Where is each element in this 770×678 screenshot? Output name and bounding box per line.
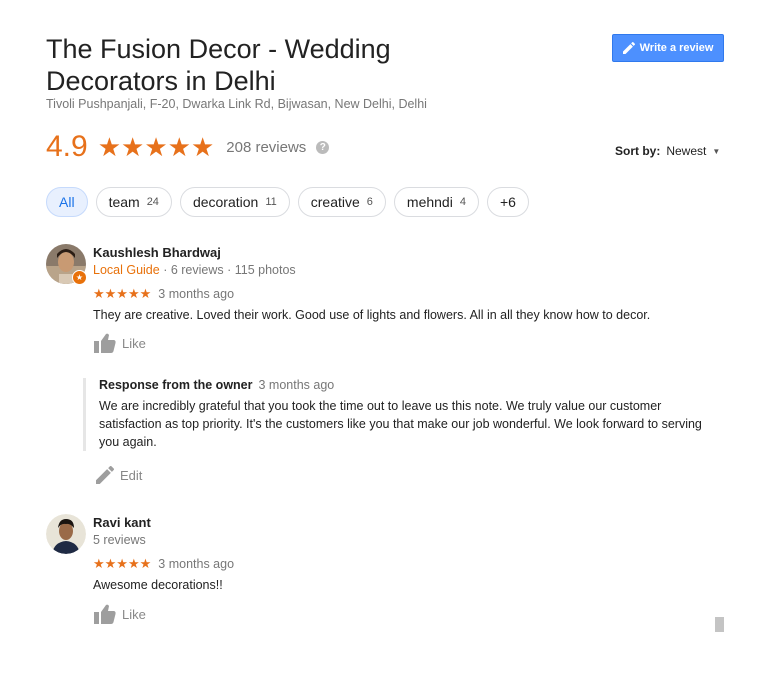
like-label: Like (122, 335, 146, 351)
chip-team[interactable]: team 24 (95, 187, 172, 217)
sort-label: Sort by: (615, 144, 661, 158)
reviewer-name[interactable]: Ravi kant (93, 515, 723, 533)
reviewer-photo (46, 514, 86, 554)
review-text: Awesome decorations!! (93, 578, 223, 592)
review-time: 3 months ago (158, 556, 235, 571)
pencil-icon (622, 42, 635, 54)
rating-stars: ★★★★★ (97, 131, 215, 162)
write-review-label: Write a review (639, 42, 714, 54)
business-name: The Fusion Decor - Wedding Decorators in… (46, 34, 391, 96)
review-stars: ★★★★★ (93, 285, 152, 301)
like-button[interactable]: Like (94, 604, 146, 624)
chip-label: All (59, 194, 75, 210)
chip-count: 24 (146, 196, 159, 208)
edit-label: Edit (120, 467, 143, 483)
review-text: They are creative. Loved their work. Goo… (93, 308, 651, 322)
chip-label: creative (310, 194, 360, 210)
sort-dropdown[interactable]: Sort by: Newest ▼ (615, 144, 720, 158)
chip-count: 6 (366, 196, 373, 208)
owner-response-heading: Response from the owner 3 months ago (99, 378, 719, 395)
chip-label: +6 (499, 194, 516, 210)
review-count: 208 reviews (226, 138, 307, 156)
rating-summary: 4.9 ★★★★★ 208 reviews ? (46, 129, 330, 165)
chip-decoration[interactable]: decoration 11 (179, 187, 290, 217)
edit-response-button[interactable]: Edit (96, 466, 142, 484)
pencil-icon (96, 466, 114, 484)
owner-response: Response from the owner 3 months ago We a… (83, 378, 719, 451)
like-button[interactable]: Like (94, 333, 146, 353)
review-rating: ★★★★★ 3 months ago (93, 554, 723, 573)
chip-label: team (108, 194, 140, 210)
chip-label: mehndi (406, 194, 453, 210)
thumbs-up-icon (94, 604, 116, 624)
chip-count: 11 (265, 196, 277, 208)
local-guide-badge-icon: ★ (72, 270, 87, 285)
topic-chips: All team 24 decoration 11 creative 6 meh… (46, 187, 529, 217)
local-guide-label: Local Guide (93, 263, 160, 277)
reviewer-meta: Local Guide · 6 reviews · 115 photos (93, 263, 723, 281)
chevron-down-icon: ▼ (712, 146, 721, 156)
write-review-button[interactable]: Write a review (612, 34, 724, 62)
chip-more[interactable]: +6 (486, 187, 529, 217)
reviewer-stats: · 6 reviews · 115 photos (159, 263, 296, 277)
help-icon[interactable]: ? (316, 140, 330, 154)
chip-creative[interactable]: creative 6 (297, 187, 386, 217)
chip-count: 4 (459, 196, 466, 208)
like-label: Like (122, 606, 146, 622)
business-address: Tivoli Pushpanjali, F-20, Dwarka Link Rd… (46, 97, 427, 111)
owner-response-time: 3 months ago (258, 378, 335, 392)
thumbs-up-icon (94, 333, 116, 353)
reviewer-name[interactable]: Kaushlesh Bhardwaj (93, 245, 723, 263)
avatar[interactable]: ★ (46, 244, 87, 285)
average-rating: 4.9 (46, 130, 88, 163)
reviewer-stats: 5 reviews (93, 533, 146, 547)
chip-all[interactable]: All (46, 187, 88, 217)
avatar[interactable] (46, 514, 86, 554)
chip-label: decoration (192, 194, 259, 210)
scrollbar-thumb[interactable] (715, 617, 724, 632)
owner-response-title: Response from the owner (99, 378, 253, 392)
review-stars: ★★★★★ (93, 555, 152, 571)
sort-value: Newest (666, 144, 707, 158)
review-time: 3 months ago (158, 286, 235, 301)
chip-mehndi[interactable]: mehndi 4 (393, 187, 479, 217)
review-rating: ★★★★★ 3 months ago (93, 284, 723, 303)
owner-response-text: We are incredibly grateful that you took… (99, 399, 702, 449)
